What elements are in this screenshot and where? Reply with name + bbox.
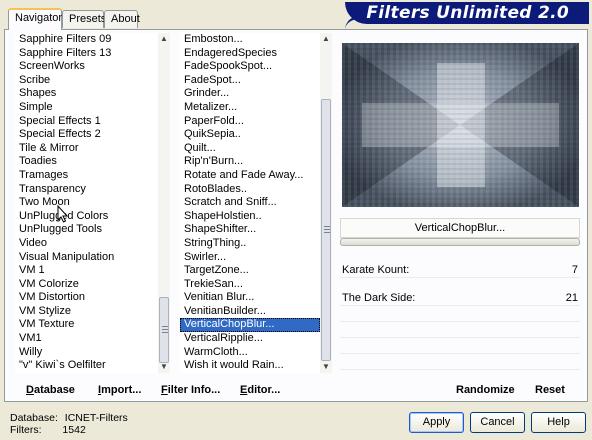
list-item[interactable]: RotoBlades.. (180, 183, 320, 197)
list-item[interactable]: Shapes (15, 87, 158, 101)
list-item[interactable]: Scratch and Sniff... (180, 196, 320, 210)
filter-scrollbar[interactable]: ▲ ▼ (320, 33, 332, 373)
list-item[interactable]: VM Distortion (15, 291, 158, 305)
list-item[interactable]: Willy (15, 346, 158, 360)
scroll-up-arrow-icon[interactable]: ▲ (158, 33, 170, 45)
list-item[interactable]: VerticalChopBlur... (180, 318, 320, 333)
tab-about[interactable]: About (104, 10, 140, 28)
list-item[interactable]: Two Moon (15, 196, 158, 210)
list-item[interactable]: "v" Kiwi`s Oelfilter (15, 359, 158, 373)
randomize-button[interactable]: Randomize (456, 384, 515, 396)
editor-button[interactable]: Editor... (240, 384, 280, 396)
tab-navigator[interactable]: Navigator (8, 8, 62, 30)
category-scroll-thumb[interactable] (159, 297, 169, 363)
list-item[interactable]: StringThing.. (180, 237, 320, 251)
list-item[interactable]: Scribe (15, 74, 158, 88)
list-item[interactable]: EndageredSpecies (180, 47, 320, 61)
param-row-empty (340, 322, 580, 338)
list-item[interactable]: VM Colorize (15, 278, 158, 292)
list-item[interactable]: WarmCloth... (180, 346, 320, 360)
list-item[interactable]: Transparency (15, 183, 158, 197)
list-item[interactable]: Grinder... (180, 87, 320, 101)
param-label: The Dark Side: (342, 292, 416, 304)
list-item[interactable]: UnPlugged Colors (15, 210, 158, 224)
list-item[interactable]: VerticalRipplie... (180, 332, 320, 346)
filter-info-button[interactable]: Filter Info... (161, 384, 220, 396)
filter-list[interactable]: Emboston... EndageredSpecies FadeSpookSpot… (180, 33, 320, 373)
list-item[interactable]: VM 1 (15, 264, 158, 278)
list-item[interactable]: QuikSepia.. (180, 128, 320, 142)
preview-progress-bar (340, 238, 580, 246)
list-item[interactable]: TrekieSan... (180, 278, 320, 292)
param-row-empty (340, 338, 580, 354)
param-row-empty (340, 306, 580, 322)
filters-count: 1542 (62, 424, 86, 436)
filters-label: Filters: (10, 424, 42, 436)
list-item[interactable]: PaperFold... (180, 115, 320, 129)
selected-filter-label: VerticalChopBlur... (340, 218, 580, 238)
param-label: Karate Kount: (342, 264, 410, 276)
database-value: ICNET-Filters (64, 412, 128, 424)
list-item[interactable]: Venitian Blur... (180, 291, 320, 305)
list-item[interactable]: VM Texture (15, 318, 158, 332)
scroll-up-arrow-icon[interactable]: ▲ (320, 33, 332, 45)
param-value[interactable]: 7 (572, 264, 578, 276)
app-title: Filters Unlimited 2.0 (366, 3, 569, 23)
list-item[interactable]: ScreenWorks (15, 60, 158, 74)
list-item[interactable]: Rotate and Fade Away... (180, 169, 320, 183)
database-button[interactable]: Database (26, 384, 75, 396)
param-value[interactable]: 21 (566, 292, 578, 304)
list-item[interactable]: Special Effects 1 (15, 115, 158, 129)
title-banner: Filters Unlimited 2.0 (345, 2, 589, 24)
list-item[interactable]: ShapeShifter... (180, 223, 320, 237)
filters-status: Filters: 1542 (10, 424, 86, 436)
category-scrollbar[interactable]: ▲ ▼ (158, 33, 170, 373)
tab-presets[interactable]: Presets (62, 10, 106, 28)
list-item[interactable]: Tile & Mirror (15, 142, 158, 156)
list-item[interactable]: Tramages (15, 169, 158, 183)
apply-button[interactable]: Apply (409, 412, 464, 433)
list-item[interactable]: Rip'n'Burn... (180, 155, 320, 169)
list-item[interactable]: Video (15, 237, 158, 251)
list-item[interactable]: FadeSpookSpot... (180, 60, 320, 74)
list-item[interactable]: Sapphire Filters 09 (15, 33, 158, 47)
list-item[interactable]: VenitianBuilder... (180, 305, 320, 319)
scroll-down-arrow-icon[interactable]: ▼ (320, 361, 332, 373)
list-item[interactable]: FadeSpot... (180, 74, 320, 88)
list-item[interactable]: VM Stylize (15, 305, 158, 319)
list-item[interactable]: Toadies (15, 155, 158, 169)
list-item[interactable]: UnPlugged Tools (15, 223, 158, 237)
list-item[interactable]: Special Effects 2 (15, 128, 158, 142)
filter-preview-image (342, 43, 579, 207)
list-item[interactable]: Sapphire Filters 13 (15, 47, 158, 61)
database-label: Database: (10, 412, 58, 424)
param-row-karate-kount[interactable]: Karate Kount: 7 (340, 262, 580, 278)
mouse-cursor-icon (57, 205, 69, 223)
database-status: Database: ICNET-Filters (10, 412, 128, 424)
list-item[interactable]: Simple (15, 101, 158, 115)
list-item[interactable]: Visual Manipulation (15, 251, 158, 265)
filter-scroll-thumb[interactable] (321, 99, 331, 361)
cancel-button[interactable]: Cancel (470, 412, 525, 433)
list-item[interactable]: ShapeHolstien.. (180, 210, 320, 224)
reset-button[interactable]: Reset (535, 384, 565, 396)
param-row-empty (340, 354, 580, 370)
param-row-the-dark-side[interactable]: The Dark Side: 21 (340, 290, 580, 306)
list-item[interactable]: Quilt... (180, 142, 320, 156)
scroll-down-arrow-icon[interactable]: ▼ (158, 361, 170, 373)
list-item[interactable]: Emboston... (180, 33, 320, 47)
list-item[interactable]: Wish it would Rain... (180, 359, 320, 373)
list-item[interactable]: TargetZone... (180, 264, 320, 278)
list-item[interactable]: Metalizer... (180, 101, 320, 115)
category-list[interactable]: Sapphire Filters 09 Sapphire Filters 13 Sc… (15, 33, 158, 373)
help-button[interactable]: Help (531, 412, 586, 433)
list-item[interactable]: VM1 (15, 332, 158, 346)
import-button[interactable]: Import... (98, 384, 141, 396)
list-item[interactable]: Swirler... (180, 251, 320, 265)
